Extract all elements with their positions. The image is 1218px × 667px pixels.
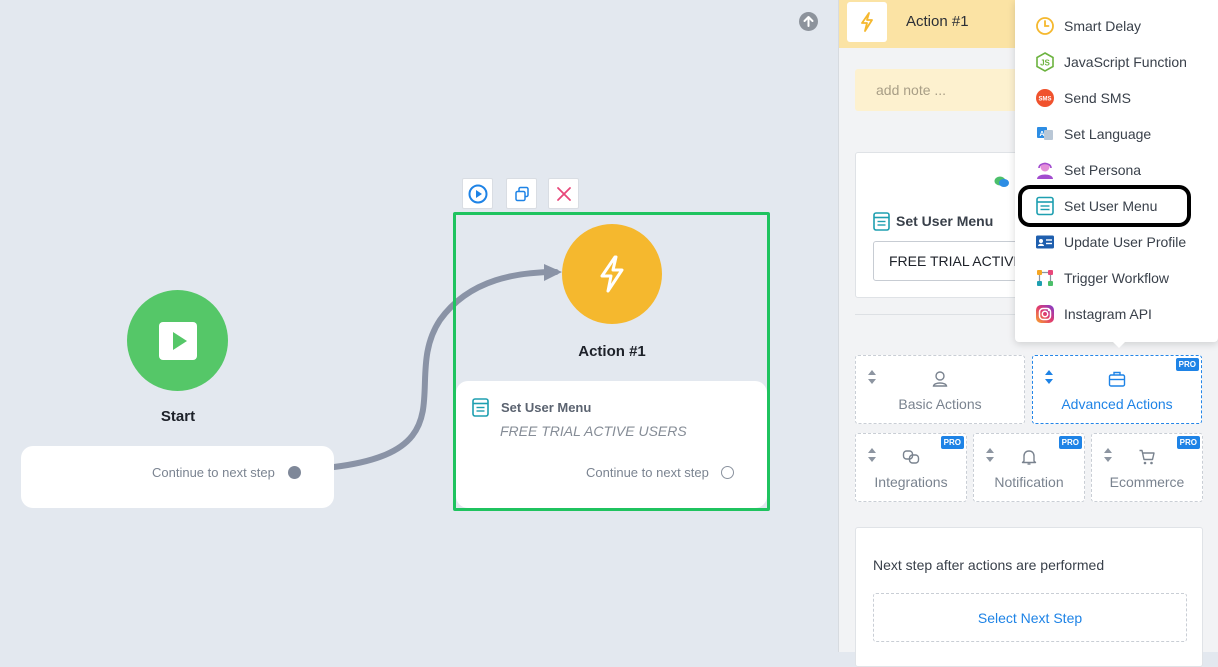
category-basic-actions[interactable]: Basic Actions xyxy=(855,355,1025,424)
play-circle-icon xyxy=(468,184,487,203)
category-notification[interactable]: Notification PRO xyxy=(973,433,1085,502)
user-menu-icon xyxy=(472,398,489,417)
clock-icon xyxy=(1036,17,1054,35)
menu-item-label: Trigger Workflow xyxy=(1064,270,1170,286)
menu-item-trigger-workflow[interactable]: Trigger Workflow xyxy=(1015,260,1218,296)
menu-item-label: Update User Profile xyxy=(1064,234,1187,250)
copy-icon xyxy=(514,186,529,201)
menu-item-javascript-function[interactable]: JS JavaScript Function xyxy=(1015,44,1218,80)
continue-label: Continue to next step xyxy=(152,465,275,480)
start-node[interactable] xyxy=(127,290,228,391)
menu-item-label: Send SMS xyxy=(1064,90,1131,106)
action-step-value: FREE TRIAL ACTIVE USERS xyxy=(500,423,687,439)
chat-icon xyxy=(994,176,1009,187)
sms-icon: SMS xyxy=(1036,89,1054,107)
persona-icon xyxy=(1037,162,1053,179)
menu-item-update-user-profile[interactable]: Update User Profile xyxy=(1015,224,1218,260)
setting-label: Set User Menu xyxy=(896,213,994,229)
start-node-title: Start xyxy=(160,408,196,425)
bell-icon xyxy=(1021,450,1037,465)
profile-card-icon xyxy=(1036,235,1054,249)
category-label: Notification xyxy=(994,474,1064,490)
category-integrations[interactable]: Integrations PRO xyxy=(855,433,967,502)
close-icon xyxy=(556,186,571,201)
continue-label: Continue to next step xyxy=(586,465,709,480)
start-node-card[interactable]: Continue to next step xyxy=(21,446,334,508)
category-label: Ecommerce xyxy=(1109,474,1185,490)
action-step-label: Set User Menu xyxy=(501,400,592,415)
output-port[interactable] xyxy=(288,466,301,479)
js-badge-text: JS xyxy=(1040,59,1050,68)
action-node[interactable] xyxy=(562,224,662,324)
run-node-button[interactable] xyxy=(462,178,493,209)
user-pin-icon xyxy=(932,371,948,387)
sort-icon xyxy=(986,448,994,462)
output-port[interactable] xyxy=(721,466,734,479)
menu-item-label: JavaScript Function xyxy=(1064,54,1187,70)
next-step-label: Next step after actions are performed xyxy=(873,557,1105,573)
action-node-title: Action #1 xyxy=(578,343,646,360)
user-menu-icon xyxy=(873,212,890,231)
svg-text:A: A xyxy=(1039,131,1044,138)
menu-item-set-language[interactable]: A Set Language xyxy=(1015,116,1218,152)
category-ecommerce[interactable]: Ecommerce PRO xyxy=(1091,433,1203,502)
pro-badge: PRO xyxy=(1058,436,1082,449)
category-label: Basic Actions xyxy=(898,396,982,412)
lightning-icon xyxy=(600,255,624,293)
menu-item-instagram-api[interactable]: Instagram API xyxy=(1015,296,1218,332)
play-icon xyxy=(158,321,197,360)
category-label: Integrations xyxy=(874,474,948,490)
sort-icon xyxy=(1104,448,1112,462)
category-label: Advanced Actions xyxy=(1061,396,1173,412)
sort-icon xyxy=(1045,370,1053,384)
next-step-card: Next step after actions are performed Se… xyxy=(855,527,1203,667)
select-next-step-button[interactable]: Select Next Step xyxy=(873,593,1187,642)
action-type-icon xyxy=(847,2,887,42)
delete-node-button[interactable] xyxy=(548,178,579,209)
sort-icon xyxy=(868,448,876,462)
advanced-actions-menu: Smart Delay JS JavaScript Function SMS S… xyxy=(1015,0,1218,348)
language-icon: A xyxy=(1037,127,1053,140)
note-placeholder: add note ... xyxy=(876,82,947,98)
category-advanced-actions[interactable]: Advanced Actions PRO xyxy=(1032,355,1202,424)
menu-item-set-persona[interactable]: Set Persona xyxy=(1015,152,1218,188)
sort-icon xyxy=(868,370,876,384)
pro-badge: PRO xyxy=(1176,436,1200,449)
scroll-up-icon[interactable] xyxy=(799,12,818,31)
menu-item-smart-delay[interactable]: Smart Delay xyxy=(1015,8,1218,44)
menu-item-send-sms[interactable]: SMS Send SMS xyxy=(1015,80,1218,116)
js-icon: JS xyxy=(1036,52,1054,72)
lightning-icon xyxy=(861,12,873,32)
cart-icon xyxy=(1139,449,1155,465)
instagram-icon xyxy=(1036,305,1054,323)
menu-item-label: Set Language xyxy=(1064,126,1152,142)
menu-item-label: Set Persona xyxy=(1064,162,1142,178)
menu-item-label: Smart Delay xyxy=(1064,18,1142,34)
workflow-icon xyxy=(1037,270,1053,286)
link-icon xyxy=(902,450,920,464)
menu-item-label: Instagram API xyxy=(1064,306,1152,322)
duplicate-node-button[interactable] xyxy=(506,178,537,209)
panel-title[interactable]: Action #1 xyxy=(906,13,969,30)
flow-canvas[interactable]: Start Continue to next step Action #1 Co… xyxy=(0,0,838,652)
highlight-annotation xyxy=(1018,185,1191,227)
sms-badge-text: SMS xyxy=(1038,97,1051,103)
pro-badge: PRO xyxy=(1175,358,1199,371)
toolbox-icon xyxy=(1108,371,1126,387)
pro-badge: PRO xyxy=(940,436,964,449)
